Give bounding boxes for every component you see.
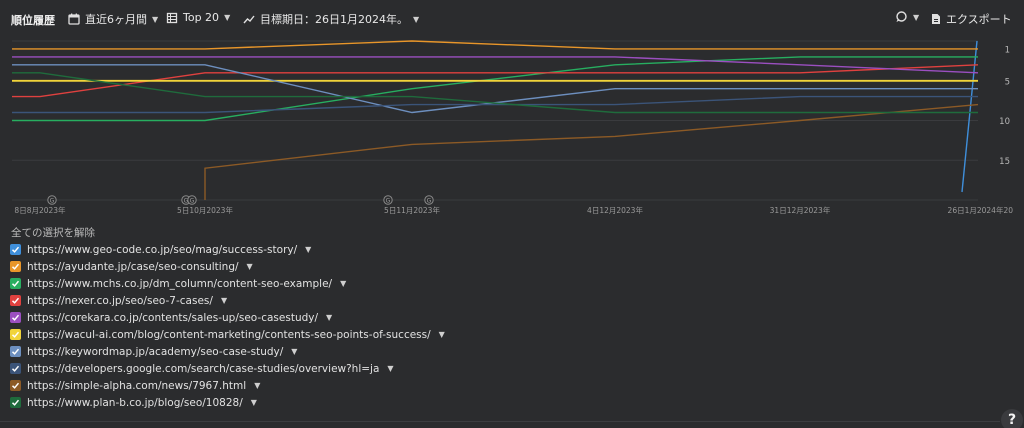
checkbox[interactable] [10, 295, 21, 306]
top-select[interactable]: Top 20 ▼ [166, 11, 230, 24]
y-tick-layer: 151015 [999, 45, 1010, 166]
export-button[interactable]: エクスポート [931, 11, 1012, 27]
x-tick-label: 26日1月2024年20 [948, 205, 1014, 215]
x-tick-label: 5日11月2023年 [384, 205, 440, 215]
check-icon [11, 382, 20, 389]
rank-chart-svg: GGGGG 151015 8日8月2023年 5日10月2023年 5日11月202… [12, 40, 1013, 215]
trend-icon [243, 15, 255, 24]
period-label: 直近6ヶ月間 [85, 13, 147, 26]
legend-label: https://wacul-ai.com/blog/content-market… [27, 328, 431, 341]
y-tick-label: 1 [1005, 45, 1010, 55]
check-icon [11, 399, 20, 406]
checkbox[interactable] [10, 397, 21, 408]
checkbox[interactable] [10, 380, 21, 391]
x-tick-label: 8日8月2023年 [14, 205, 66, 215]
legend-label: https://nexer.co.jp/seo/seo-7-cases/ [27, 294, 213, 307]
checkbox[interactable] [10, 244, 21, 255]
target-date-label: 目標期日：26日1月2024年。 [260, 13, 408, 26]
x-tick-label: 5日10月2023年 [177, 205, 233, 215]
top-label: Top 20 [183, 11, 220, 24]
legend-item[interactable]: https://nexer.co.jp/seo/seo-7-cases/ ▼ [10, 292, 445, 309]
legend-label: https://developers.google.com/search/cas… [27, 362, 380, 375]
target-date-select[interactable]: 目標期日：26日1月2024年。 ▼ [243, 11, 419, 27]
legend-label: https://www.geo-code.co.jp/seo/mag/succe… [27, 243, 298, 256]
x-tick-label: 4日12月2023年 [587, 205, 643, 215]
x-tick-label: 31日12月2023年 [770, 205, 831, 215]
series-line [12, 40, 978, 50]
legend-item[interactable]: https://wacul-ai.com/blog/content-market… [10, 326, 445, 343]
check-icon [11, 331, 20, 338]
check-icon [11, 365, 20, 372]
x-tick-layer: 8日8月2023年 5日10月2023年 5日11月2023年 4日12月2023年 3… [14, 205, 1013, 215]
period-select[interactable]: 直近6ヶ月間 ▼ [68, 11, 158, 27]
toolbar: 順位履歴 直近6ヶ月間 ▼ Top 20 ▼ 目標期日：26日1月2024年。 … [0, 0, 1024, 38]
legend-label: https://www.mchs.co.jp/dm_column/content… [27, 277, 333, 290]
check-icon [11, 263, 20, 270]
table-icon [166, 12, 178, 23]
chevron-down-icon: ▼ [152, 14, 159, 24]
legend-label: https://ayudante.jp/case/seo-consulting/ [27, 260, 239, 273]
chevron-down-icon: ▼ [913, 12, 920, 22]
divider [0, 421, 1000, 422]
series-line [204, 103, 979, 200]
legend-item[interactable]: https://www.geo-code.co.jp/seo/mag/succe… [10, 241, 445, 258]
series-line [961, 40, 978, 193]
comment-button[interactable]: ▼ [895, 11, 919, 23]
legend-label: https://simple-alpha.com/news/7967.html [27, 379, 247, 392]
y-tick-label: 10 [999, 117, 1010, 127]
export-label: エクスポート [946, 13, 1012, 26]
legend: https://www.geo-code.co.jp/seo/mag/succe… [10, 241, 445, 411]
check-icon [11, 280, 20, 287]
chevron-down-icon: ▼ [224, 13, 231, 22]
legend-item[interactable]: https://www.plan-b.co.jp/blog/seo/10828/… [10, 394, 445, 411]
chevron-down-icon[interactable]: ▼ [221, 296, 227, 305]
chevron-down-icon[interactable]: ▼ [291, 347, 297, 356]
y-tick-label: 5 [1005, 77, 1010, 87]
checkbox[interactable] [10, 312, 21, 323]
legend-item[interactable]: https://www.mchs.co.jp/dm_column/content… [10, 275, 445, 292]
check-icon [11, 314, 20, 321]
legend-label: https://keywordmap.jp/academy/seo-case-s… [27, 345, 284, 358]
document-icon [932, 14, 940, 24]
chevron-down-icon[interactable]: ▼ [439, 330, 445, 339]
deselect-all-link[interactable]: 全ての選択を解除 [11, 225, 95, 240]
chevron-down-icon[interactable]: ▼ [387, 364, 393, 373]
legend-item[interactable]: https://corekara.co.jp/contents/sales-up… [10, 309, 445, 326]
chevron-down-icon[interactable]: ▼ [326, 313, 332, 322]
legend-item[interactable]: https://ayudante.jp/case/seo-consulting/… [10, 258, 445, 275]
google-update-label: G [386, 198, 391, 205]
check-icon [11, 246, 20, 253]
google-update-label: G [50, 198, 55, 205]
y-tick-label: 15 [999, 157, 1010, 167]
comment-icon [896, 11, 907, 22]
checkbox[interactable] [10, 329, 21, 340]
chevron-down-icon[interactable]: ▼ [305, 245, 311, 254]
chevron-down-icon[interactable]: ▼ [251, 398, 257, 407]
series-line [12, 95, 978, 114]
google-update-label: G [427, 198, 432, 205]
check-icon [11, 297, 20, 304]
check-icon [11, 348, 20, 355]
chevron-down-icon[interactable]: ▼ [254, 381, 260, 390]
legend-item[interactable]: https://keywordmap.jp/academy/seo-case-s… [10, 343, 445, 360]
legend-label: https://www.plan-b.co.jp/blog/seo/10828/ [27, 396, 243, 409]
google-update-label: G [190, 198, 195, 205]
page-title: 順位履歴 [11, 14, 55, 27]
legend-label: https://corekara.co.jp/contents/sales-up… [27, 311, 319, 324]
chevron-down-icon[interactable]: ▼ [340, 279, 346, 288]
chevron-down-icon[interactable]: ▼ [247, 262, 253, 271]
chevron-down-icon: ▼ [413, 14, 420, 24]
checkbox[interactable] [10, 278, 21, 289]
legend-item[interactable]: https://developers.google.com/search/cas… [10, 360, 445, 377]
checkbox[interactable] [10, 346, 21, 357]
help-button[interactable]: ? [1001, 409, 1023, 428]
checkbox[interactable] [10, 363, 21, 374]
calendar-icon [68, 13, 80, 25]
legend-item[interactable]: https://simple-alpha.com/news/7967.html ▼ [10, 377, 445, 394]
checkbox[interactable] [10, 261, 21, 272]
rank-history-chart: GGGGG 1 5 10 15 8日8月2023年 5日10月2023年 5日11月202… [0, 38, 1024, 220]
